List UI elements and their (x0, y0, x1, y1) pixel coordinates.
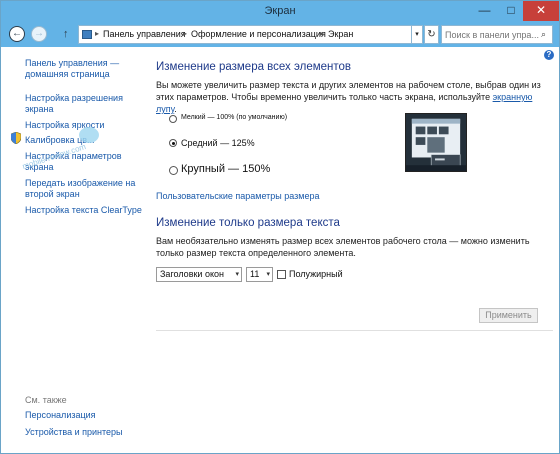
size-preview-image (405, 113, 467, 172)
sidebar: Панель управления — домашняя страница На… (1, 47, 143, 453)
sidebar-item-label: Передать изображение на (25, 178, 136, 188)
address-dropdown-button[interactable]: ▾ (411, 25, 423, 44)
description-text: Вы можете увеличить размер текста и друг… (156, 80, 541, 102)
radio-medium-label[interactable]: Средний — 125% (181, 138, 255, 148)
section-description-all-elements: Вы можете увеличить размер текста и друг… (156, 79, 551, 115)
custom-size-link[interactable]: Пользовательские параметры размера (156, 191, 320, 201)
sidebar-home-link[interactable]: Панель управления — домашняя страница (25, 58, 119, 80)
sidebar-item-label: экрана (25, 104, 54, 114)
help-icon[interactable]: ? (544, 50, 554, 60)
radio-large-label[interactable]: Крупный — 150% (181, 163, 270, 175)
back-button[interactable]: ← (9, 26, 25, 42)
sidebar-item-devices-printers[interactable]: Устройства и принтеры (25, 427, 123, 438)
forward-button[interactable]: → (31, 26, 47, 42)
section-description-text-only: Вам необязательно изменять размер всех э… (156, 236, 530, 258)
sidebar-home-line1: Панель управления — (25, 58, 120, 68)
radio-small-label[interactable]: Мелкий — 100% (по умолчанию) (181, 114, 287, 121)
maximize-button[interactable]: □ (498, 1, 524, 21)
title-bar: Экран — □ ✕ (1, 1, 559, 23)
breadcrumb[interactable]: ▸ Панель управления ▸ Оформление и персо… (78, 25, 412, 44)
element-select-value: Заголовки окон (160, 269, 224, 279)
refresh-button[interactable]: ↻ (424, 25, 439, 44)
breadcrumb-separator[interactable]: ▸ (95, 29, 99, 38)
breadcrumb-separator[interactable]: ▸ (320, 29, 324, 38)
bold-checkbox[interactable] (277, 270, 286, 279)
search-icon[interactable]: ⌕ (541, 29, 546, 40)
description-end: . (174, 104, 177, 114)
section-title-all-elements: Изменение размера всех элементов (156, 61, 352, 73)
shield-icon (11, 132, 21, 144)
control-panel-icon (82, 30, 92, 39)
sidebar-item-label: второй экран (25, 189, 80, 199)
sidebar-item-project[interactable]: Передать изображение на второй экран (25, 178, 135, 200)
sidebar-item-personalization[interactable]: Персонализация (25, 410, 96, 421)
breadcrumb-control-panel[interactable]: Панель управления (103, 29, 186, 39)
breadcrumb-appearance[interactable]: Оформление и персонализация (191, 29, 326, 39)
window: Экран — □ ✕ ← → ↑ ▸ Панель управления ▸ … (0, 0, 560, 454)
apply-button[interactable]: Применить (479, 308, 538, 323)
element-select[interactable]: Заголовки окон ▾ (156, 267, 242, 282)
chevron-down-icon: ▾ (266, 271, 270, 278)
radio-small[interactable] (169, 115, 177, 123)
divider (156, 330, 553, 331)
address-bar: ← → ↑ ▸ Панель управления ▸ Оформление и… (1, 23, 559, 47)
sidebar-item-resolution[interactable]: Настройка разрешения экрана (25, 93, 123, 115)
sidebar-item-cleartype[interactable]: Настройка текста ClearType (25, 205, 142, 216)
see-also-heading: См. также (25, 395, 67, 405)
font-size-select[interactable]: 11 ▾ (246, 267, 273, 282)
search-input[interactable] (441, 25, 553, 44)
minimize-button[interactable]: — (471, 1, 498, 21)
font-size-select-value: 11 (250, 269, 260, 279)
sidebar-item-label: Настройка разрешения (25, 93, 123, 103)
section-title-text-only: Изменение только размера текста (156, 217, 340, 229)
watermark-logo (79, 127, 99, 143)
chevron-down-icon: ▾ (235, 271, 239, 278)
radio-large[interactable] (169, 166, 178, 175)
sidebar-home-line2: домашняя страница (25, 69, 110, 79)
radio-medium[interactable] (169, 139, 177, 147)
up-button[interactable]: ↑ (63, 26, 75, 42)
bold-checkbox-label[interactable]: Полужирный (289, 269, 343, 279)
breadcrumb-display[interactable]: Экран (328, 29, 353, 39)
close-button[interactable]: ✕ (523, 1, 559, 21)
content-area: Панель управления — домашняя страница На… (1, 47, 559, 453)
breadcrumb-separator[interactable]: ▸ (183, 29, 187, 38)
